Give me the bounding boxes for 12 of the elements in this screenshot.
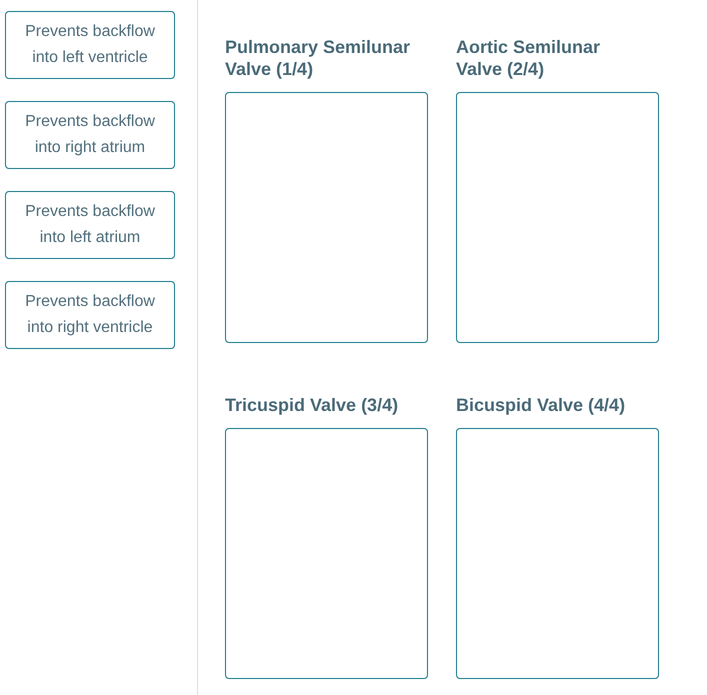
answer-card[interactable]: Prevents backflow into right atrium <box>5 101 175 169</box>
drop-zone[interactable] <box>225 428 428 679</box>
drop-zone[interactable] <box>456 92 659 343</box>
target-heading: Aortic Semilunar Valve (2/4) <box>456 36 602 80</box>
answer-card[interactable]: Prevents backflow into left atrium <box>5 191 175 259</box>
target-heading: Tricuspid Valve (3/4) <box>225 394 400 416</box>
answer-card[interactable]: Prevents backflow into right ventricle <box>5 281 175 349</box>
target-heading: Bicuspid Valve (4/4) <box>456 394 626 416</box>
drop-zone[interactable] <box>456 428 659 679</box>
answer-card[interactable]: Prevents backflow into left ventricle <box>5 11 175 79</box>
target-heading: Pulmonary Semilunar Valve (1/4) <box>225 36 412 80</box>
drop-zone[interactable] <box>225 92 428 343</box>
